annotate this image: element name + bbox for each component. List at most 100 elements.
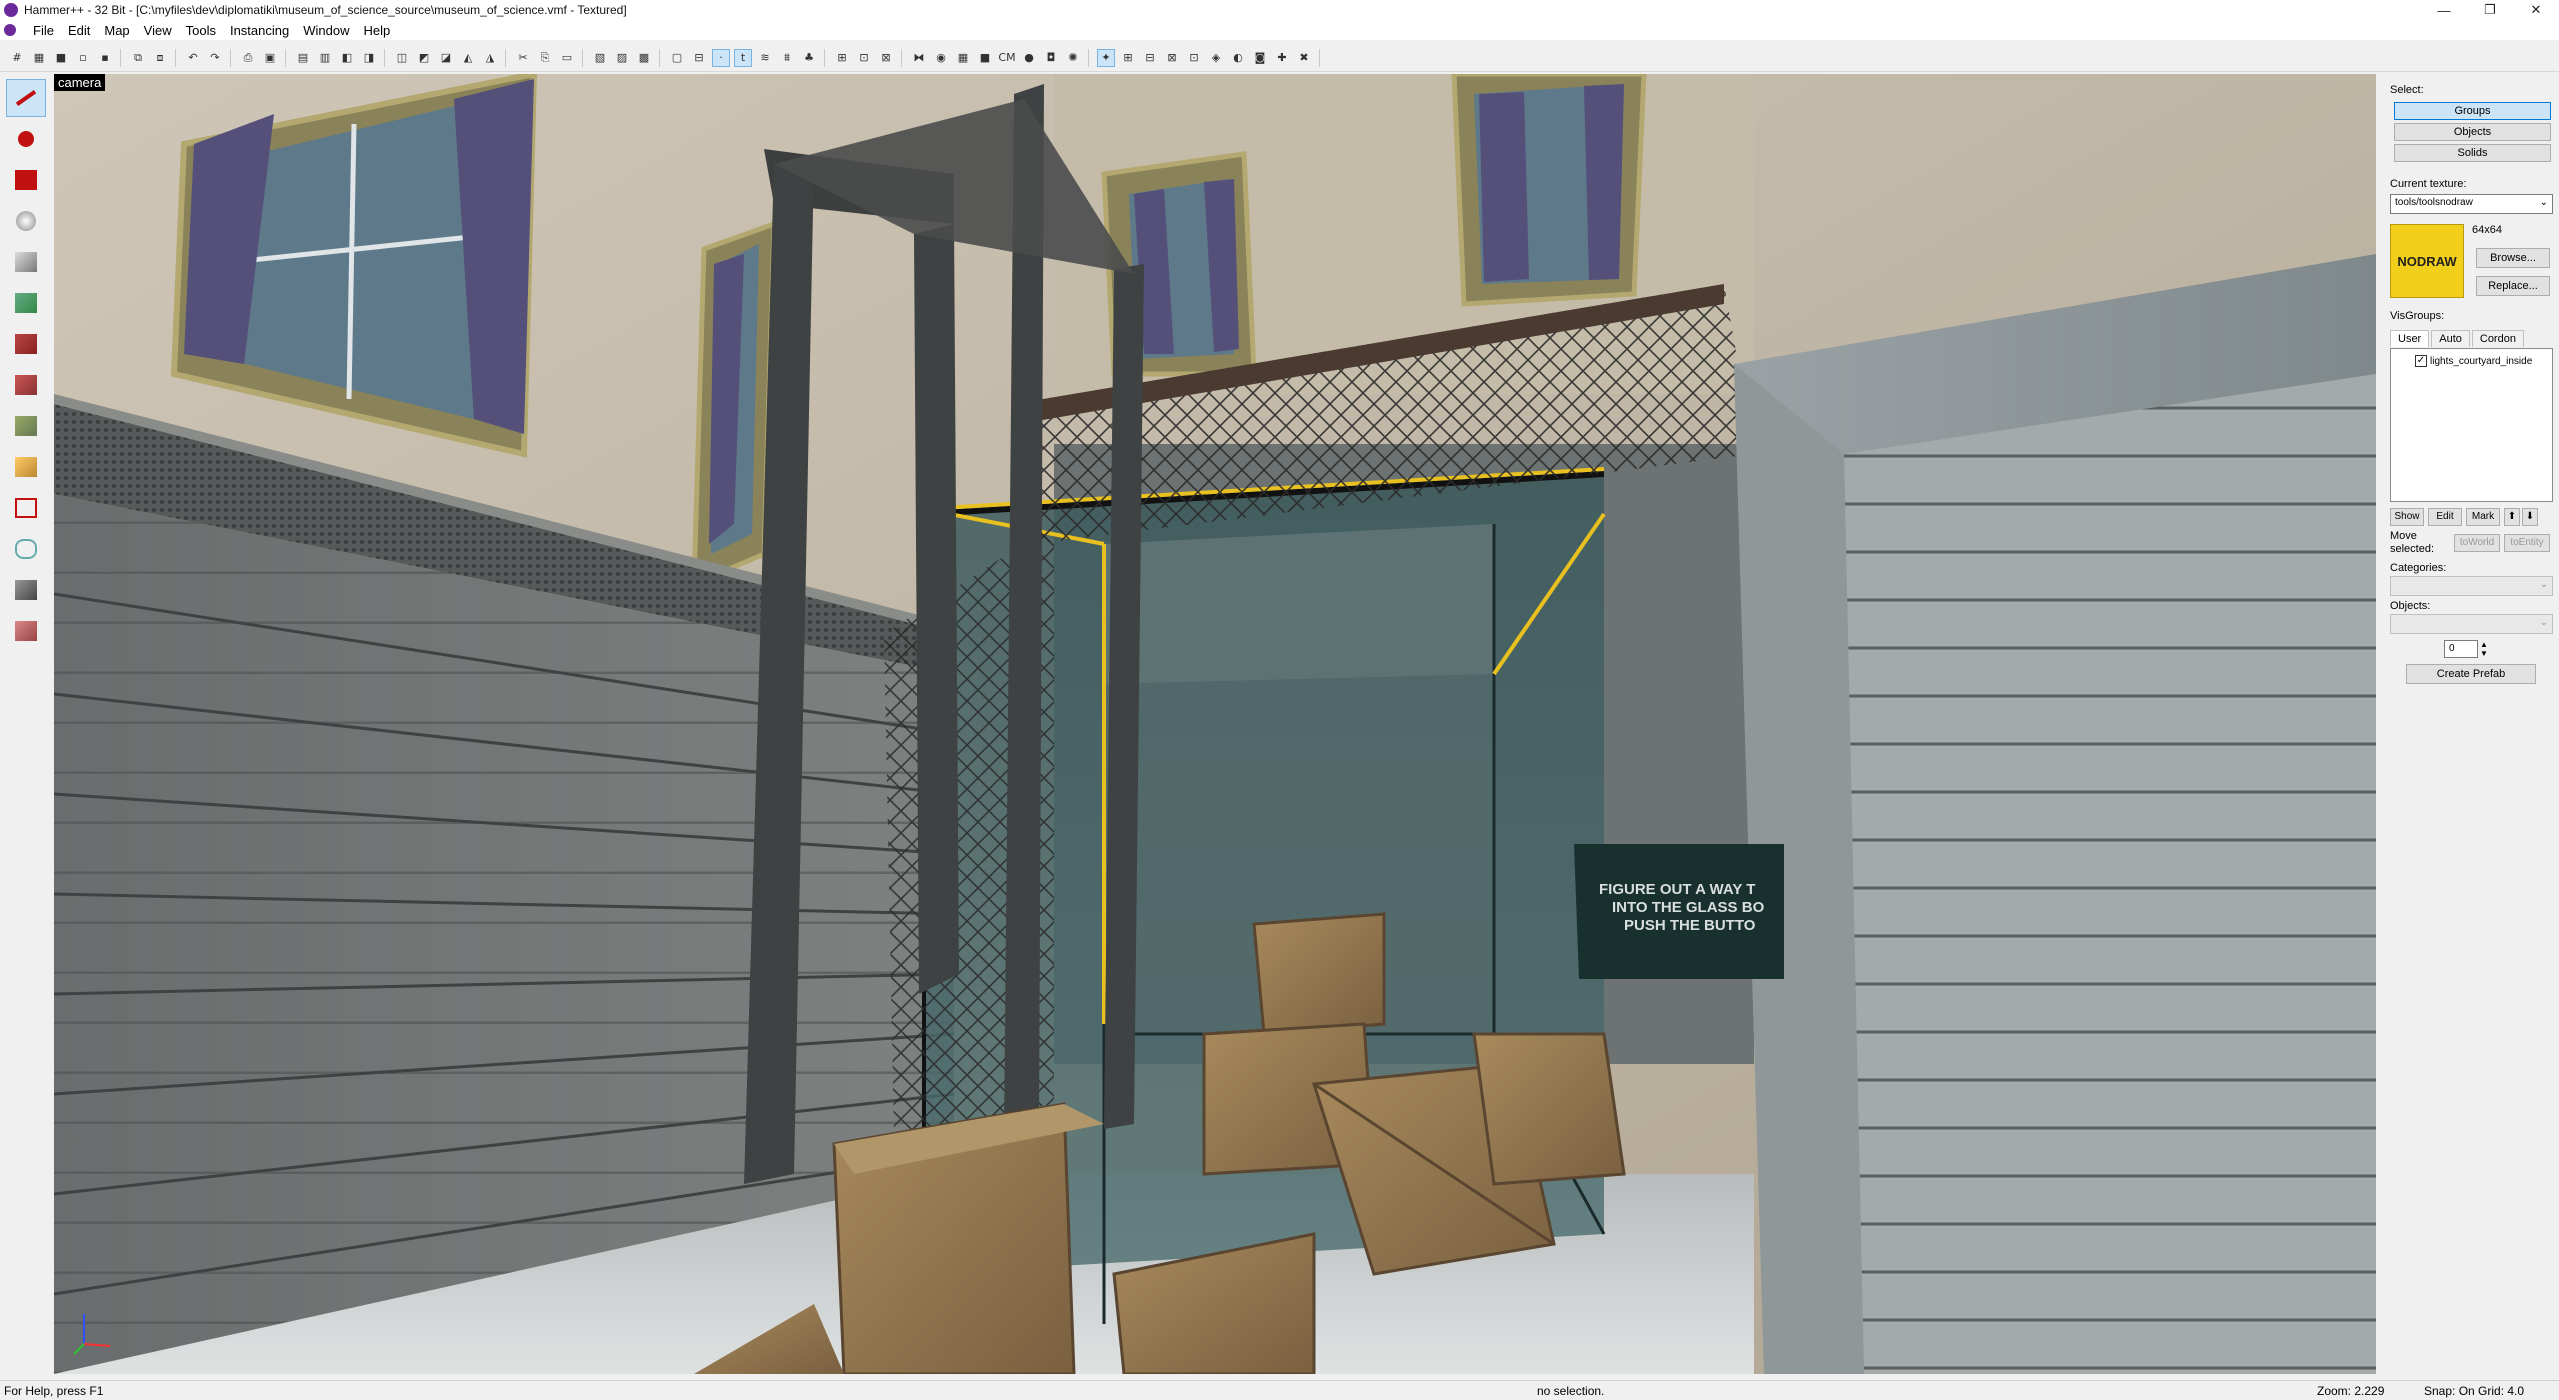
count-spinner[interactable]: ▲ ▼ [2479,640,2489,658]
grid-icon[interactable]: # [8,49,26,67]
entity-report-icon[interactable]: ⊡ [855,49,873,67]
hollow-icon[interactable]: ⧈ [151,49,169,67]
menu-file[interactable]: File [26,23,61,38]
browse-button[interactable]: Browse... [2476,248,2550,268]
to-entity-button[interactable]: toEntity [2504,534,2550,552]
restore-button[interactable]: ❐ [2467,0,2513,20]
magnify-tool-icon[interactable] [6,120,46,158]
grid-3d-icon[interactable]: ■ [52,49,70,67]
sphere-icon[interactable]: ◉ [932,49,950,67]
camera-icon[interactable]: ◙ [1251,49,1269,67]
texture-lock-icon[interactable]: ◫ [393,49,411,67]
doc-icon[interactable] [4,24,16,36]
flat-shaded-icon[interactable]: ⊟ [1141,49,1159,67]
print-icon[interactable]: ⎙ [239,49,257,67]
point-icon[interactable]: · [712,48,730,67]
menu-map[interactable]: Map [97,23,136,38]
sel-hazard-icon[interactable]: ▧ [591,49,609,67]
menu-instancing[interactable]: Instancing [223,23,296,38]
group-icon[interactable]: ▤ [294,49,312,67]
move-up-icon[interactable]: ⬆ [2504,508,2520,526]
to-world-button[interactable]: toWorld [2454,534,2500,552]
tab-auto[interactable]: Auto [2431,330,2470,347]
save-icon[interactable]: ▣ [261,49,279,67]
texture-app-tool-icon[interactable] [6,284,46,322]
clipping-tool-icon[interactable] [6,448,46,486]
filter-icon[interactable]: ✚ [1273,49,1291,67]
create-prefab-button[interactable]: Create Prefab [2406,664,2536,684]
model-browser-icon[interactable]: ◘ [1042,49,1060,67]
objects-dropdown[interactable]: ⌄ [2390,614,2553,634]
texture-icon[interactable]: t [734,48,752,67]
grid-2d-icon[interactable]: ▦ [30,49,48,67]
move-down-icon[interactable]: ⬇ [2522,508,2538,526]
menu-tools[interactable]: Tools [179,23,223,38]
textured-icon[interactable]: ⊠ [1163,49,1181,67]
show-button[interactable]: Show [2390,508,2424,526]
undo-icon[interactable]: ↶ [184,49,202,67]
mark-button[interactable]: Mark [2466,508,2500,526]
copy-icon[interactable]: ⎘ [536,49,554,67]
texture-scale-lock-icon[interactable]: ◩ [415,49,433,67]
cube-icon[interactable]: ■ [976,49,994,67]
minimize-button[interactable]: — [2421,0,2467,20]
model-icon[interactable]: ⩩ [778,49,796,67]
texture-dropdown[interactable]: tools/toolsnodraw ⌄ [2390,194,2553,214]
tab-cordon[interactable]: Cordon [2471,330,2524,347]
path-tool-icon[interactable] [6,530,46,568]
menu-window[interactable]: Window [296,23,356,38]
smoothing-icon[interactable]: ◈ [1207,49,1225,67]
sprinkle-tool-icon[interactable] [6,612,46,650]
count-input[interactable]: 0 [2444,640,2478,658]
sel-hazard-3-icon[interactable]: ▩ [635,49,653,67]
visgroup-list[interactable]: ✓ lights_courtyard_inside [2390,348,2553,502]
vertex-tool-icon[interactable] [6,489,46,527]
overlay-icon[interactable]: ✖ [1295,49,1313,67]
particle-icon[interactable]: ✺ [1064,49,1082,67]
globe-icon[interactable]: ● [1020,49,1038,67]
fog-icon[interactable]: ≋ [756,49,774,67]
unhide-icon[interactable]: ◨ [360,49,378,67]
solids-button[interactable]: Solids [2394,144,2551,162]
overlay-tool-icon[interactable] [6,407,46,445]
replace-button[interactable]: Replace... [2476,276,2550,296]
carve-icon[interactable]: ⧉ [129,49,147,67]
check-problems-icon[interactable]: ⊠ [877,49,895,67]
hide-icon[interactable]: ◧ [338,49,356,67]
decal-tool-icon[interactable] [6,366,46,404]
lightmap-icon[interactable]: ⊡ [1185,49,1203,67]
menu-help[interactable]: Help [356,23,397,38]
cm-icon[interactable]: CM [998,49,1016,67]
tree-icon[interactable]: ♣ [800,49,818,67]
texture-app-icon[interactable]: ◮ [481,49,499,67]
visgroup-item[interactable]: ✓ lights_courtyard_inside [2415,355,2532,367]
categories-dropdown[interactable]: ⌄ [2390,576,2553,596]
run-map-icon[interactable]: ⊞ [833,49,851,67]
grid-toggle-icon[interactable]: ▦ [954,49,972,67]
paste-icon[interactable]: ▭ [558,49,576,67]
replace-texture-icon[interactable]: ◭ [459,49,477,67]
block-tool-icon[interactable] [6,243,46,281]
tab-user[interactable]: User [2390,330,2430,347]
close-button[interactable]: ✕ [2513,0,2559,20]
apply-texture-icon[interactable]: ◪ [437,49,455,67]
snap-icon[interactable]: ⧓ [910,49,928,67]
cordon-tool-icon[interactable] [6,571,46,609]
redo-icon[interactable]: ↷ [206,49,224,67]
sel-hazard-2-icon[interactable]: ▨ [613,49,631,67]
light-preview-icon[interactable]: ✦ [1097,48,1115,67]
shadow-icon[interactable]: ◐ [1229,49,1247,67]
cut-icon[interactable]: ✂ [514,49,532,67]
groups-button[interactable]: Groups [2394,102,2551,120]
grid-larger-icon[interactable]: ▪ [96,49,114,67]
menu-edit[interactable]: Edit [61,23,97,38]
edit-button[interactable]: Edit [2428,508,2462,526]
camera-viewport[interactable]: FIGURE OUT A WAY T INTO THE GLASS BO PUS… [54,74,2376,1374]
apply-texture-tool-icon[interactable] [6,325,46,363]
entity-tool-icon[interactable] [6,202,46,240]
wireframe-icon[interactable]: ⊞ [1119,49,1137,67]
objects-button[interactable]: Objects [2394,123,2551,141]
camera-tool-icon[interactable] [6,161,46,199]
menu-view[interactable]: View [137,23,179,38]
ungroup-icon[interactable]: ▥ [316,49,334,67]
